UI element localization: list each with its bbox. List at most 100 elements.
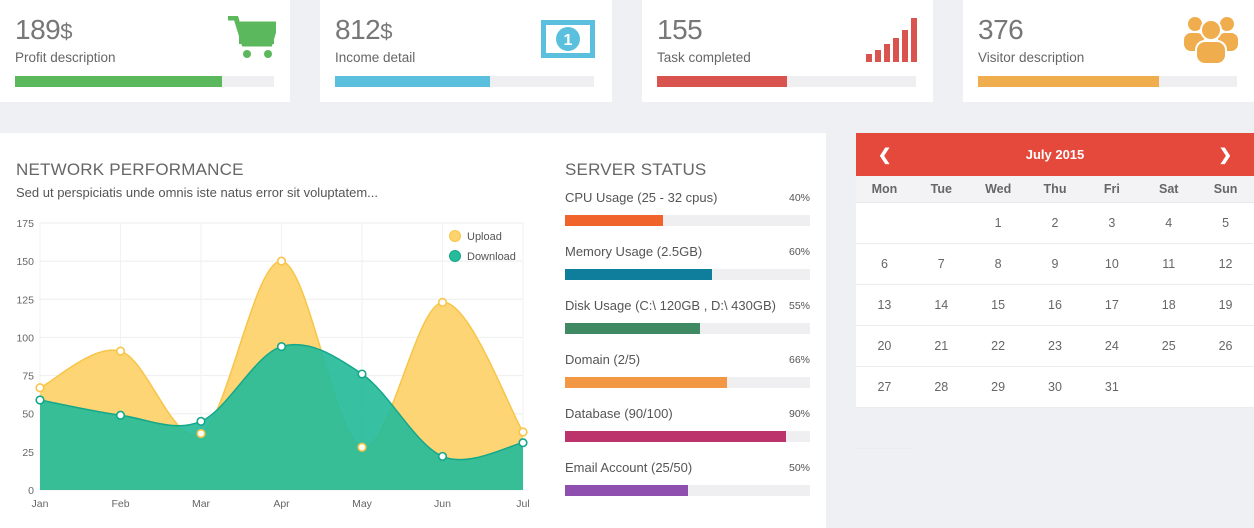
stat-value: 155 [657,14,703,45]
calendar-day [912,203,970,244]
server-status-row: CPU Usage (25 - 32 cpus) 40% [565,190,810,230]
server-status-row: Disk Usage (C:\ 120GB , D:\ 430GB) 55% [565,298,810,338]
stat-value: 189$ [15,14,72,45]
calendar-day[interactable]: 12 [1197,244,1254,285]
data-point-download[interactable] [276,341,287,352]
server-progress-fill [565,269,712,280]
server-status-row: Email Account (25/50) 50% [565,460,810,500]
network-title: NETWORK PERFORMANCE [16,160,244,179]
calendar-day[interactable]: 21 [912,326,970,367]
server-progress-fill [565,377,727,388]
data-point-download[interactable] [437,451,448,462]
data-point-download[interactable] [196,416,206,426]
calendar-day[interactable]: 23 [1026,326,1084,367]
server-progress-fill [565,485,688,496]
calendar-day[interactable]: 4 [1140,203,1198,244]
data-point-download[interactable] [115,410,126,420]
server-status-percent: 90% [788,408,810,420]
calendar-day[interactable]: 24 [1083,326,1141,367]
calendar-day[interactable]: 8 [969,244,1027,285]
server-status-percent: 60% [788,246,810,258]
server-status-row: Domain (2/5) 66% [565,352,810,392]
x-tick-label: May [352,498,373,510]
server-status-percent: 40% [788,192,810,204]
stat-description: Visitor description [978,50,1085,65]
calendar-day[interactable]: 11 [1140,244,1198,285]
calendar-day[interactable]: 26 [1197,326,1254,367]
calendar-weekday: Mon [871,182,898,196]
x-tick-label: Feb [111,498,129,510]
calendar-day[interactable]: 22 [969,326,1027,367]
calendar-day[interactable]: 9 [1026,244,1084,285]
calendar-weekday: Sat [1159,182,1179,196]
server-status-label: Domain (2/5) [565,352,641,367]
x-tick-label: Apr [273,498,290,510]
calendar-day[interactable]: 15 [969,285,1027,326]
legend-marker [449,230,461,242]
stat-progress-fill [15,76,223,87]
money-icon: 1 [541,20,595,58]
calendar-weekday: Thu [1043,182,1067,196]
data-point-upload[interactable] [276,256,287,266]
stat-value: 812$ [335,14,392,45]
calendar-day[interactable]: 5 [1197,203,1254,244]
svg-text:1: 1 [564,32,573,49]
stat-description: Task completed [657,50,751,65]
calendar-day[interactable]: 14 [912,285,970,326]
y-tick-label: 0 [28,485,34,497]
bar-chart-icon [866,18,917,62]
stat-card-income: 812$ Income detail 1 [320,0,612,102]
calendar-day[interactable]: 7 [912,244,970,285]
data-point-upload[interactable] [196,428,206,439]
calendar-day[interactable]: 16 [1026,285,1084,326]
calendar-day[interactable]: 29 [969,367,1027,408]
data-point-upload[interactable] [35,383,45,393]
calendar-day[interactable]: 25 [1140,326,1198,367]
data-point-upload[interactable] [437,297,448,307]
server-status-label: Email Account (25/50) [565,460,693,475]
calendar-day[interactable]: 20 [856,326,913,367]
stat-progress-fill [978,76,1160,87]
calendar-day[interactable]: 31 [1083,367,1141,408]
data-point-upload[interactable] [357,442,367,452]
server-progress-track [565,215,810,226]
calendar-weekday: Tue [930,182,952,196]
y-tick-label: 100 [16,332,34,344]
server-progress-fill [565,431,786,442]
calendar-day[interactable]: 6 [856,244,913,285]
stat-card-tasks: 155 Task completed [642,0,933,102]
y-tick-label: 50 [22,409,34,421]
calendar-day [1197,367,1254,408]
calendar-day[interactable]: 3 [1083,203,1141,244]
stat-progress-track [978,76,1237,87]
stat-progress-fill [335,76,491,87]
calendar-day[interactable]: 28 [912,367,970,408]
y-tick-label: 25 [22,447,34,459]
calendar-day[interactable]: 19 [1197,285,1254,326]
server-progress-track [565,377,810,388]
data-point-upload[interactable] [518,427,528,437]
data-point-upload[interactable] [115,346,126,356]
server-status-label: CPU Usage (25 - 32 cpus) [565,190,718,205]
calendar-day[interactable]: 18 [1140,285,1198,326]
y-tick-label: 75 [22,371,34,383]
calendar-day[interactable]: 13 [856,285,913,326]
calendar-day[interactable]: 30 [1026,367,1084,408]
data-point-download[interactable] [518,438,528,448]
stat-progress-fill [657,76,787,87]
stat-description: Income detail [335,50,416,65]
server-progress-fill [565,323,700,334]
calendar-day[interactable]: 1 [969,203,1027,244]
data-point-download[interactable] [357,369,367,379]
server-status-percent: 55% [788,300,810,312]
calendar-day[interactable]: 27 [856,367,913,408]
calendar-day[interactable]: 2 [1026,203,1084,244]
calendar-day [856,203,913,244]
calendar-day[interactable]: 17 [1083,285,1141,326]
data-point-download[interactable] [35,395,45,405]
server-progress-fill [565,215,663,226]
chevron-right-icon[interactable]: ❯ [1219,145,1232,165]
server-progress-track [565,431,810,442]
server-status-label: Database (90/100) [565,406,673,421]
calendar-day[interactable]: 10 [1083,244,1141,285]
